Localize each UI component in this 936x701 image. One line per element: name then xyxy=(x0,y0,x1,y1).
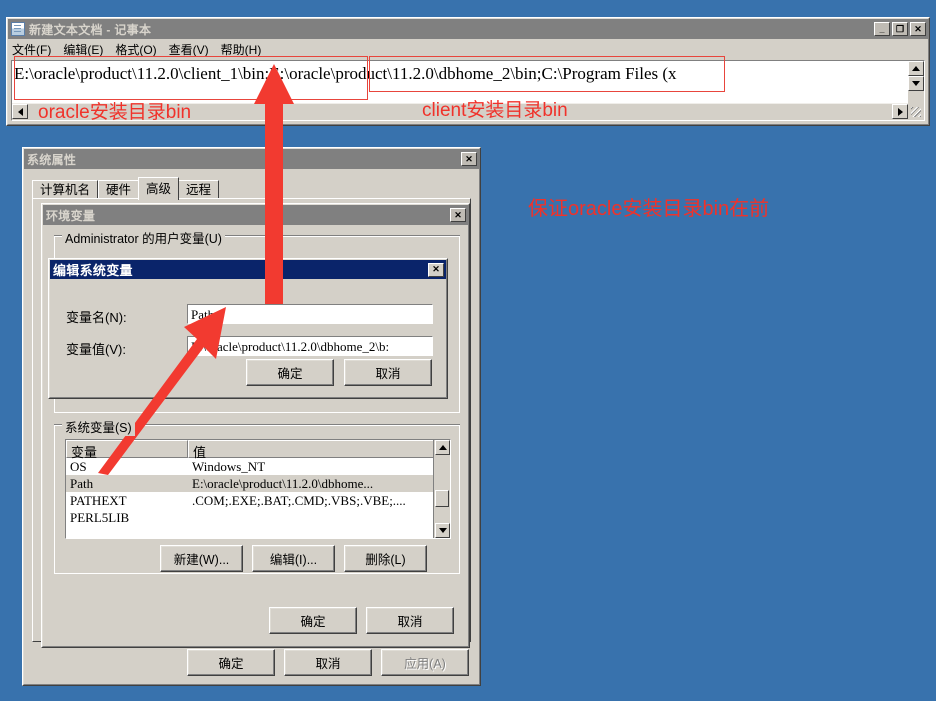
envvars-cancel-button[interactable]: 取消 xyxy=(366,607,454,634)
notepad-menubar[interactable]: 文件(F) 编辑(E) 格式(O) 查看(V) 帮助(H) xyxy=(8,39,928,59)
menu-item-edit[interactable]: 编辑(E) xyxy=(63,41,103,58)
notepad-window[interactable]: 新建文本文档 - 记事本 _ ❐ ✕ 文件(F) 编辑(E) 格式(O) 查看(… xyxy=(6,17,930,126)
new-variable-button[interactable]: 新建(W)... xyxy=(160,545,243,572)
tab-computer-name[interactable]: 计算机名 xyxy=(32,180,99,199)
notepad-text-area[interactable]: E:\oracle\product\11.2.0\client_1\bin;E:… xyxy=(11,60,925,121)
menu-item-view[interactable]: 查看(V) xyxy=(169,41,209,58)
close-icon[interactable]: ✕ xyxy=(450,208,466,222)
close-icon[interactable]: ✕ xyxy=(428,262,444,277)
scroll-up-icon[interactable] xyxy=(908,61,924,76)
system-properties-title: 系统属性 xyxy=(27,152,77,167)
row-variable-value: Windows_NT xyxy=(192,458,266,474)
variable-value-input[interactable]: E:\oracle\product\11.2.0\dbhome_2\b: xyxy=(187,336,433,356)
user-variables-group-label: Administrator 的用户变量(U) xyxy=(62,228,225,247)
editvar-cancel-button[interactable]: 取消 xyxy=(344,359,432,386)
variable-value-label: 变量值(V): xyxy=(66,342,126,357)
menu-item-format[interactable]: 格式(O) xyxy=(115,41,156,58)
table-row[interactable]: PATHEXT .COM;.EXE;.BAT;.CMD;.VBS;.VBE;..… xyxy=(66,492,450,509)
scroll-down-icon[interactable] xyxy=(908,76,924,91)
row-variable-name: PERL5LIB xyxy=(70,509,130,525)
tab-hardware[interactable]: 硬件 xyxy=(98,180,140,199)
notepad-vertical-scrollbar[interactable] xyxy=(908,61,924,104)
close-icon[interactable]: ✕ xyxy=(461,152,477,166)
maximize-icon[interactable]: ❐ xyxy=(892,22,908,36)
scroll-down-icon[interactable] xyxy=(435,523,450,538)
row-variable-name: OS xyxy=(70,458,87,474)
variable-name-input[interactable]: Path xyxy=(187,304,433,324)
table-row[interactable]: PERL5LIB xyxy=(66,509,450,526)
row-variable-name: PATHEXT xyxy=(70,492,127,508)
notepad-document-icon xyxy=(11,22,25,36)
envvars-ok-button[interactable]: 确定 xyxy=(269,607,357,634)
system-variables-button-row[interactable]: 新建(W)... 编辑(I)... 删除(L) xyxy=(160,545,427,572)
edit-variable-button-row[interactable]: 确定 取消 xyxy=(246,359,432,386)
table-row[interactable]: Path E:\oracle\product\11.2.0\dbhome... xyxy=(66,475,450,492)
notepad-text-content[interactable]: E:\oracle\product\11.2.0\client_1\bin;E:… xyxy=(14,64,906,90)
minimize-icon[interactable]: _ xyxy=(874,22,890,36)
annotation-note-oracle-first: 保证oracle安装目录bin在前 xyxy=(528,198,770,220)
edit-variable-button[interactable]: 编辑(I)... xyxy=(252,545,335,572)
system-properties-tabs[interactable]: 计算机名 硬件 高级 远程 xyxy=(32,177,471,200)
tab-remote[interactable]: 远程 xyxy=(178,180,220,199)
notepad-titlebar[interactable]: 新建文本文档 - 记事本 _ ❐ ✕ xyxy=(8,19,928,39)
scroll-right-icon[interactable] xyxy=(892,104,908,119)
environment-variables-button-row[interactable]: 确定 取消 xyxy=(269,607,454,634)
variable-name-label: 变量名(N): xyxy=(66,310,127,325)
system-variables-listview[interactable]: 变量 值 OS Windows_NT Path E:\oracle\produc… xyxy=(65,439,451,539)
system-properties-button-row[interactable]: 确定 取消 应用(A) xyxy=(187,649,469,676)
table-row[interactable]: OS Windows_NT xyxy=(66,458,450,475)
system-variables-group: 系统变量(S) 变量 值 OS Windows_NT Path E:\oracl… xyxy=(54,417,460,574)
row-variable-name: Path xyxy=(70,475,94,491)
scrollbar-thumb[interactable] xyxy=(435,490,449,507)
sysprops-cancel-button[interactable]: 取消 xyxy=(284,649,372,676)
environment-variables-title: 环境变量 xyxy=(46,208,96,223)
system-properties-titlebar[interactable]: 系统属性 ✕ xyxy=(24,149,479,169)
menu-item-file[interactable]: 文件(F) xyxy=(12,41,51,58)
scroll-up-icon[interactable] xyxy=(435,440,450,455)
edit-system-variable-titlebar[interactable]: 编辑系统变量 ✕ xyxy=(50,260,446,279)
row-variable-value: E:\oracle\product\11.2.0\dbhome... xyxy=(192,475,374,491)
column-header-value[interactable]: 值 xyxy=(188,440,435,460)
row-variable-value: .COM;.EXE;.BAT;.CMD;.VBS;.VBE;.... xyxy=(192,492,406,508)
column-header-variable[interactable]: 变量 xyxy=(66,440,188,460)
notepad-title: 新建文本文档 - 记事本 xyxy=(29,22,152,37)
notepad-window-controls[interactable]: _ ❐ ✕ xyxy=(874,22,926,36)
edit-system-variable-title: 编辑系统变量 xyxy=(53,263,133,278)
listview-header[interactable]: 变量 值 xyxy=(66,440,450,460)
sysprops-apply-button[interactable]: 应用(A) xyxy=(381,649,469,676)
editvar-ok-button[interactable]: 确定 xyxy=(246,359,334,386)
resize-grip-icon[interactable] xyxy=(908,104,924,120)
tab-advanced[interactable]: 高级 xyxy=(138,177,180,200)
listview-scrollbar[interactable] xyxy=(433,440,450,538)
system-variables-group-label: 系统变量(S) xyxy=(62,417,135,436)
scroll-left-icon[interactable] xyxy=(12,104,28,119)
notepad-horizontal-scrollbar[interactable] xyxy=(12,103,908,120)
close-icon[interactable]: ✕ xyxy=(910,22,926,36)
menu-item-help[interactable]: 帮助(H) xyxy=(221,41,262,58)
environment-variables-titlebar[interactable]: 环境变量 ✕ xyxy=(43,205,468,225)
sysprops-ok-button[interactable]: 确定 xyxy=(187,649,275,676)
delete-variable-button[interactable]: 删除(L) xyxy=(344,545,427,572)
edit-system-variable-dialog[interactable]: 编辑系统变量 ✕ 变量名(N): Path 变量值(V): E:\oracle\… xyxy=(48,258,448,399)
